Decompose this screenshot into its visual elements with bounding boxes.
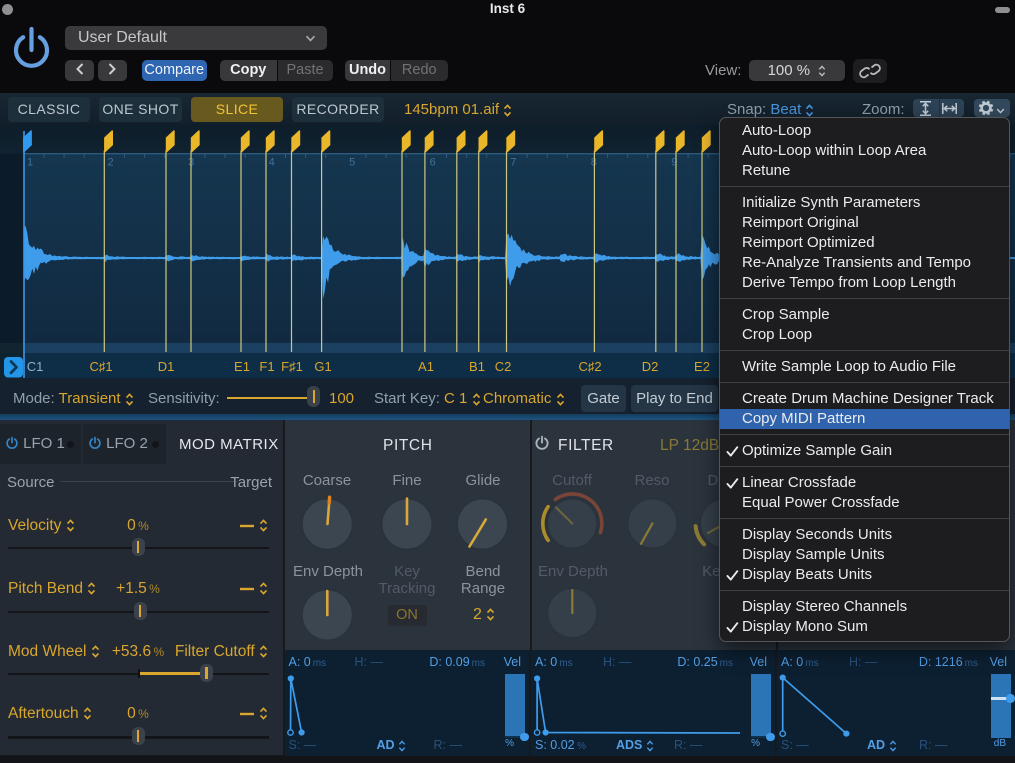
svg-text:D2: D2: [642, 359, 659, 374]
svg-text:5: 5: [349, 157, 355, 169]
svg-text:6: 6: [430, 157, 436, 169]
svg-text:G1: G1: [314, 359, 331, 374]
svg-text:7: 7: [510, 157, 516, 169]
svg-text:C2: C2: [495, 359, 512, 374]
svg-text:B1: B1: [469, 359, 485, 374]
svg-text:8: 8: [591, 157, 597, 169]
svg-text:A1: A1: [418, 359, 434, 374]
svg-text:E2: E2: [694, 359, 710, 374]
svg-text:C♯2: C♯2: [578, 359, 601, 374]
svg-text:F♯1: F♯1: [281, 359, 303, 374]
